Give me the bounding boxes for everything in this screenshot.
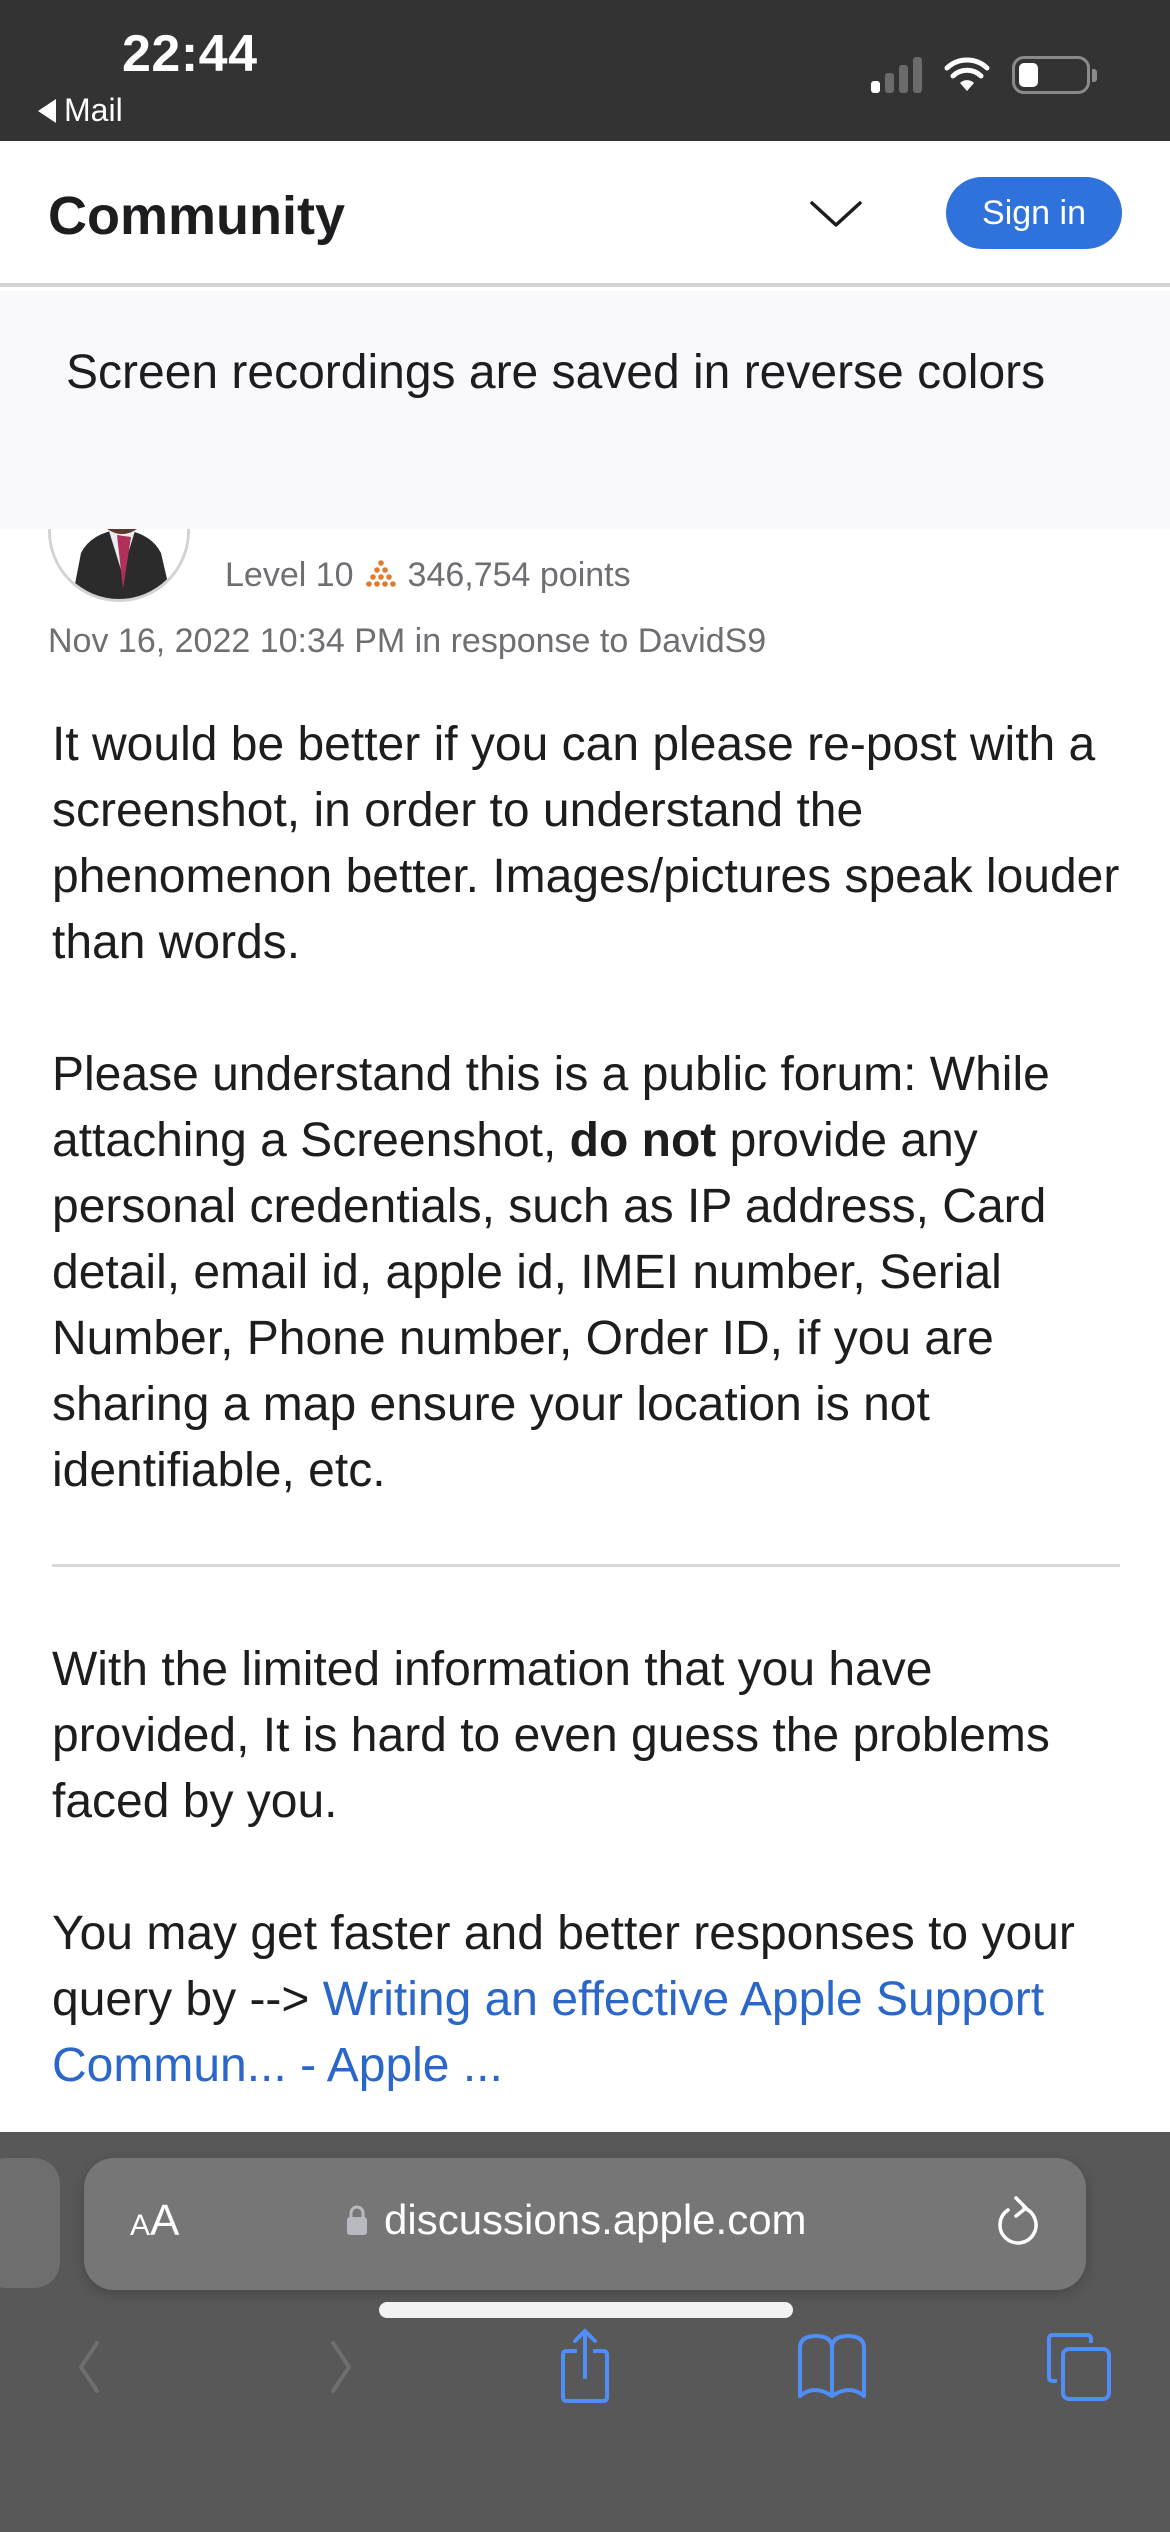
bookmarks-button[interactable] (787, 2322, 877, 2412)
home-indicator[interactable] (379, 2302, 793, 2318)
paragraph-public-forum: Please understand this is a public forum… (52, 1042, 1132, 1504)
status-icons (871, 56, 1097, 94)
do-not-emphasis: do not (569, 1114, 717, 1167)
community-title[interactable]: Community (48, 185, 345, 247)
forward-chevron-icon (331, 2341, 352, 2393)
share-icon (561, 2328, 609, 2403)
divider (52, 1564, 1120, 1567)
tabs-button[interactable] (1034, 2322, 1124, 2412)
author-level: Level 10 (225, 556, 354, 594)
aa-small: A (130, 2209, 151, 2242)
points-pyramid-icon (365, 559, 396, 587)
battery-icon (1012, 56, 1097, 94)
cellular-signal-icon (871, 57, 922, 93)
back-chevron-icon (78, 2341, 99, 2393)
url-display[interactable]: discussions.apple.com (346, 2196, 807, 2244)
post-date: Nov 16, 2022 10:34 PM in response to Dav… (48, 622, 767, 660)
tabs-icon (1047, 2333, 1111, 2401)
author-meta: Level 10 346,754 points (225, 556, 631, 595)
paragraph-limited-info: With the limited information that you ha… (52, 1643, 1050, 1828)
browser-toolbar (0, 2322, 1170, 2432)
bookmarks-book-icon (798, 2334, 866, 2398)
paragraph-repost: It would be better if you can please re-… (52, 718, 1120, 969)
text-size-button[interactable]: AA (130, 2196, 179, 2246)
battery-level (1019, 63, 1039, 87)
back-to-mail-link[interactable]: Mail (38, 92, 123, 129)
back-app-label: Mail (64, 92, 123, 128)
safari-bottom-bar: AA discussions.apple.com (0, 2132, 1170, 2532)
author-points: 346,754 points (407, 556, 631, 594)
topic-title: Screen recordings are saved in reverse c… (0, 291, 1170, 529)
lock-icon (347, 2205, 367, 2235)
share-button[interactable] (540, 2322, 630, 2412)
chevron-down-icon[interactable] (808, 195, 864, 235)
reload-icon[interactable] (990, 2194, 1046, 2254)
paragraph-faster-responses: You may get faster and better responses … (52, 1901, 1132, 2099)
post-body: It would be better if you can please re-… (52, 712, 1132, 2165)
back-triangle-icon (38, 98, 56, 123)
address-bar[interactable]: AA discussions.apple.com (84, 2158, 1086, 2290)
community-header: Community Sign in (0, 141, 1170, 287)
sign-in-button[interactable]: Sign in (946, 177, 1122, 249)
wifi-icon (944, 57, 990, 91)
previous-tab-peek[interactable] (0, 2158, 60, 2288)
url-text: discussions.apple.com (384, 2196, 807, 2243)
paragraph-text: provide any personal credentials, such a… (52, 1114, 1047, 1497)
aa-large: A (150, 2196, 180, 2245)
status-time: 22:44 (122, 25, 258, 83)
status-bar: 22:44 Mail (0, 0, 1170, 141)
back-button[interactable] (44, 2322, 134, 2412)
forward-button[interactable] (296, 2322, 386, 2412)
